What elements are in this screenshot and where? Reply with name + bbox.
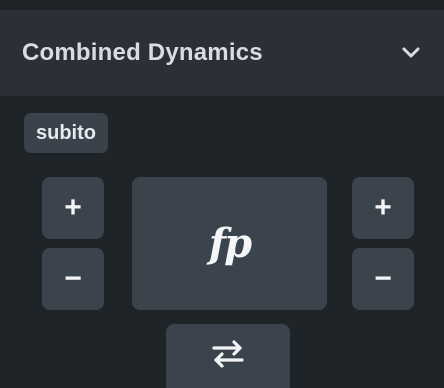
- subito-toggle[interactable]: subito: [24, 113, 108, 153]
- right-increase-button[interactable]: +: [352, 177, 414, 239]
- subito-label: subito: [36, 121, 96, 144]
- plus-icon: +: [374, 191, 392, 224]
- minus-icon: −: [374, 262, 392, 295]
- swap-button[interactable]: [166, 324, 290, 388]
- minus-icon: −: [64, 262, 82, 295]
- combined-dynamics-panel: Combined Dynamics subito + − fp + −: [0, 0, 444, 388]
- plus-icon: +: [64, 191, 82, 224]
- left-decrease-button[interactable]: −: [42, 248, 104, 310]
- chevron-down-icon[interactable]: [400, 42, 422, 64]
- dynamic-label: fp: [208, 220, 252, 267]
- panel-title: Combined Dynamics: [22, 39, 263, 66]
- left-increase-button[interactable]: +: [42, 177, 104, 239]
- dynamic-button[interactable]: fp: [132, 177, 327, 310]
- right-decrease-button[interactable]: −: [352, 248, 414, 310]
- panel-header[interactable]: Combined Dynamics: [0, 10, 444, 96]
- swap-arrows-icon: [210, 339, 246, 374]
